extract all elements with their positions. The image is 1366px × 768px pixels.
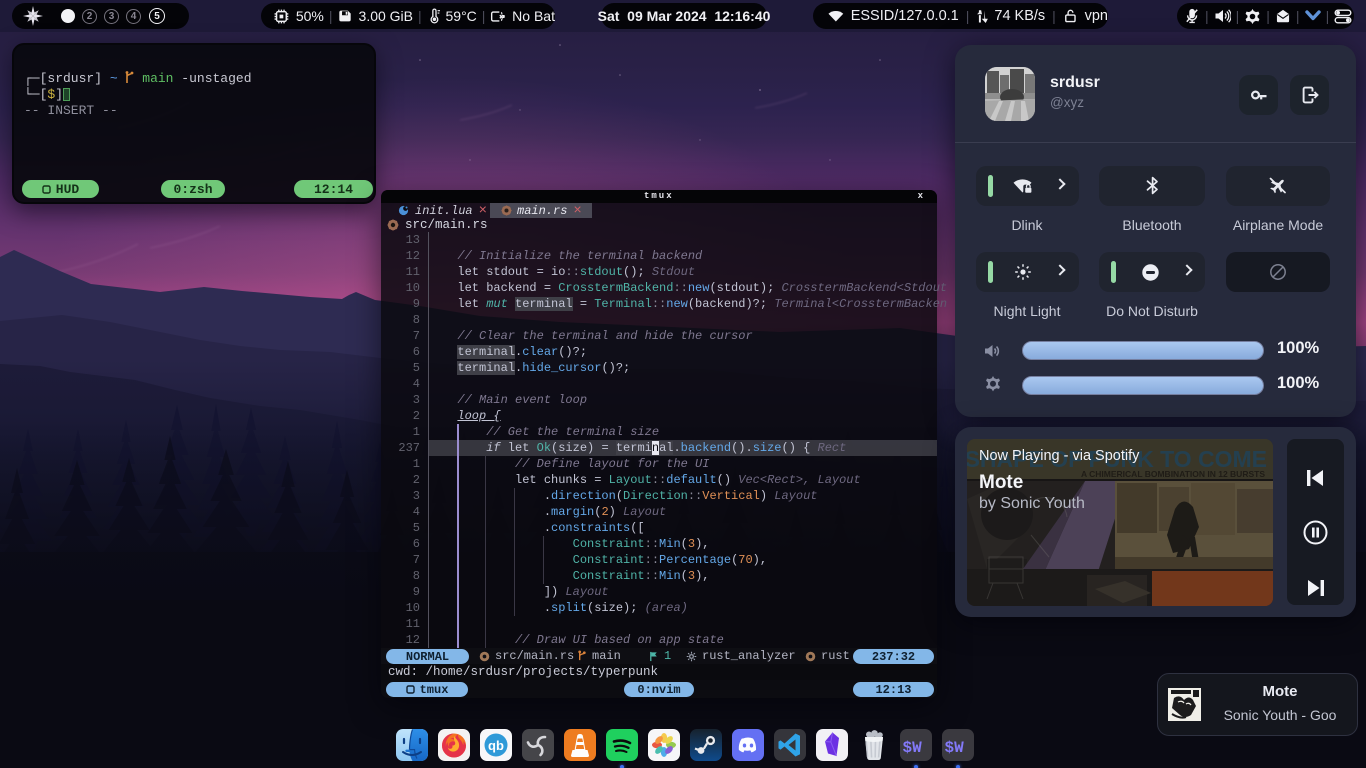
svg-text:$W: $W bbox=[903, 739, 923, 757]
svg-text:qb: qb bbox=[488, 738, 504, 753]
svg-text:$W: $W bbox=[945, 739, 965, 757]
